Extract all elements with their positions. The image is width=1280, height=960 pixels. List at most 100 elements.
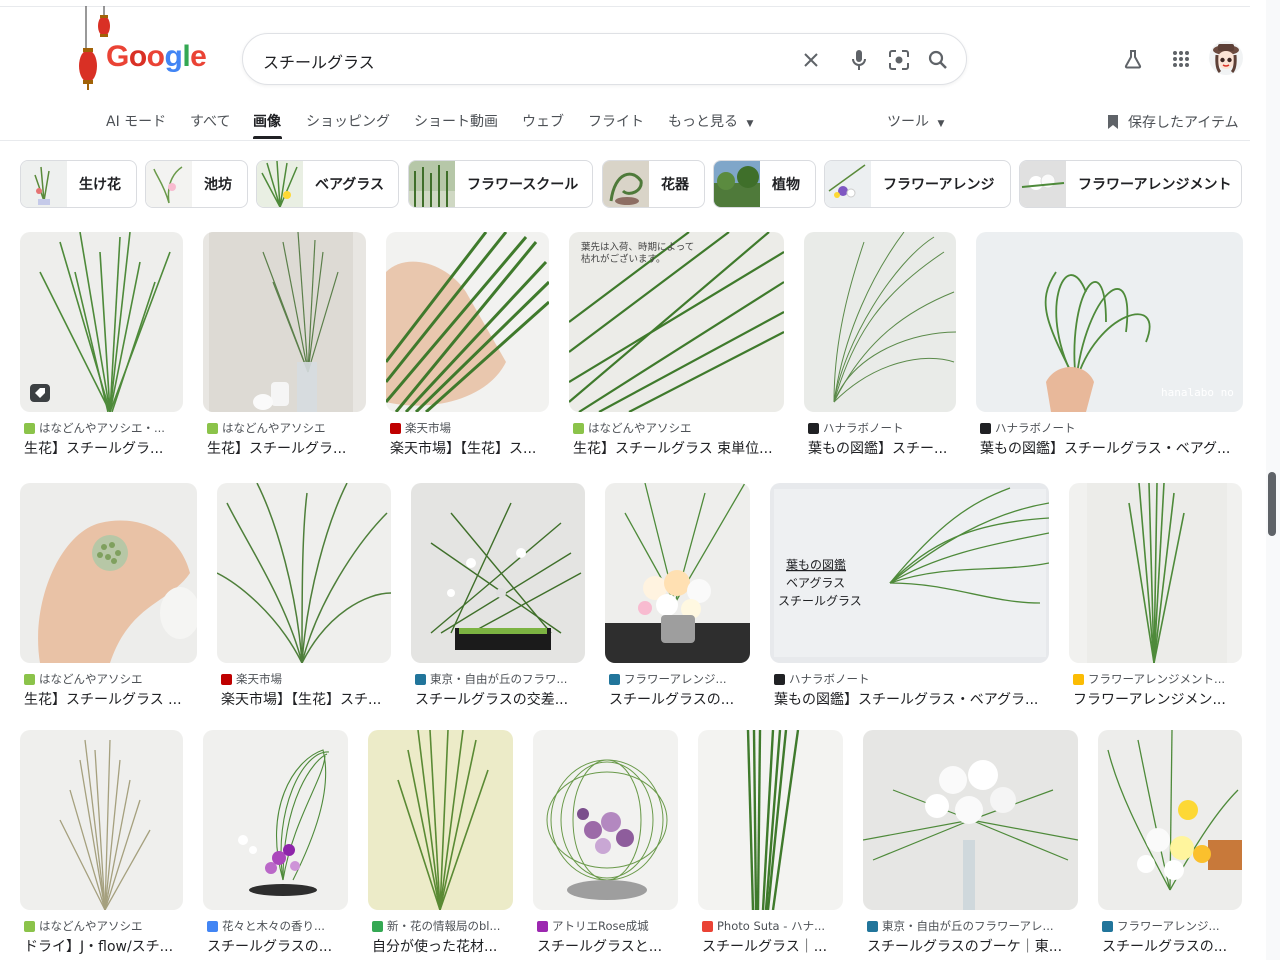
result-card[interactable]: 葉先は入荷、時期によって 枯れがございます。 はなどんやアソシエ 生花】スチール… xyxy=(569,232,784,462)
result-card[interactable]: 東京・自由が丘のフラワーアレ... スチールグラスのブーケ｜東... xyxy=(863,730,1078,960)
result-thumbnail[interactable] xyxy=(20,232,183,412)
tab-shopping[interactable]: ショッピング xyxy=(306,111,390,131)
result-source[interactable]: フラワーアレンジ... xyxy=(609,671,750,687)
result-thumbnail[interactable] xyxy=(20,483,197,663)
result-title[interactable]: 生花】スチールグラ... xyxy=(24,438,182,458)
result-card[interactable]: Photo Suta - ハナ... スチールグラス｜... xyxy=(698,730,843,960)
result-source[interactable]: はなどんやアソシエ xyxy=(24,918,182,934)
result-source[interactable]: フラワーアレンジメント... xyxy=(1073,671,1243,687)
result-title[interactable]: 楽天市場】【生花】ス... xyxy=(390,438,548,458)
result-thumbnail[interactable] xyxy=(533,730,678,910)
scrollbar-thumb[interactable] xyxy=(1268,472,1276,536)
result-thumbnail[interactable] xyxy=(605,483,750,663)
chip-ikenobo[interactable]: 池坊 xyxy=(145,160,248,208)
result-card[interactable]: はなどんやアソシエ ドライ】J・flow/スチ... xyxy=(20,730,183,960)
result-card[interactable]: はなどんやアソシエ 生花】スチールグラス ... xyxy=(20,483,197,713)
result-source[interactable]: はなどんやアソシエ xyxy=(573,420,783,436)
tab-more[interactable]: もっと見る ▼ xyxy=(668,111,753,131)
tools-button[interactable]: ツール ▼ xyxy=(887,111,944,131)
result-thumbnail[interactable] xyxy=(411,483,585,663)
microphone-icon[interactable] xyxy=(846,47,872,73)
result-title[interactable]: スチールグラスと... xyxy=(537,936,678,956)
result-card[interactable]: 葉もの図鑑 ベアグラス スチールグラス ハナラボノート 葉もの図鑑】スチールグラ… xyxy=(770,483,1049,713)
result-title[interactable]: 自分が使った花材... xyxy=(372,936,513,956)
result-thumbnail[interactable] xyxy=(368,730,513,910)
tab-web[interactable]: ウェブ xyxy=(522,111,564,131)
result-source[interactable]: 東京・自由が丘のフラワ... xyxy=(415,671,585,687)
result-source[interactable]: 楽天市場 xyxy=(390,420,548,436)
result-thumbnail[interactable] xyxy=(203,730,348,910)
tab-images[interactable]: 画像 xyxy=(253,111,281,131)
result-title[interactable]: スチールグラス｜... xyxy=(702,936,843,956)
result-card[interactable]: アトリエRose成城 スチールグラスと... xyxy=(533,730,678,960)
result-source[interactable]: フラワーアレンジ... xyxy=(1102,918,1242,934)
chip-flower-arrange[interactable]: フラワーアレンジ xyxy=(824,160,1011,208)
camera-lens-icon[interactable] xyxy=(886,47,912,73)
result-title[interactable]: スチールグラスの... xyxy=(1102,936,1242,956)
chip-vase[interactable]: 花器 xyxy=(602,160,705,208)
result-thumbnail[interactable] xyxy=(863,730,1078,910)
result-card[interactable]: 東京・自由が丘のフラワ... スチールグラスの交差... xyxy=(411,483,585,713)
result-thumbnail[interactable]: 葉もの図鑑 ベアグラス スチールグラス xyxy=(770,483,1049,663)
result-card[interactable]: 楽天市場 楽天市場】【生花】ス... xyxy=(386,232,549,462)
result-title[interactable]: 葉もの図鑑】スチー... xyxy=(808,438,956,458)
result-thumbnail[interactable] xyxy=(698,730,843,910)
result-card[interactable]: ハナラボノート 葉もの図鑑】スチー... xyxy=(804,232,956,462)
clear-icon[interactable] xyxy=(798,47,824,73)
result-title[interactable]: 生花】スチールグラ... xyxy=(207,438,365,458)
search-icon[interactable] xyxy=(925,47,951,73)
result-title[interactable]: スチールグラスのブーケ｜東... xyxy=(867,936,1077,956)
apps-grid-icon[interactable] xyxy=(1165,43,1197,75)
result-source[interactable]: 東京・自由が丘のフラワーアレ... xyxy=(867,918,1077,934)
result-thumbnail[interactable] xyxy=(804,232,956,412)
result-source[interactable]: はなどんやアソシエ xyxy=(24,671,196,687)
result-thumbnail[interactable]: hanalabo no xyxy=(976,232,1243,412)
chip-ikebana[interactable]: 生け花 xyxy=(20,160,137,208)
result-title[interactable]: 葉もの図鑑】スチールグラス・ベアグラ... xyxy=(774,689,1049,709)
search-box[interactable]: スチールグラス xyxy=(242,33,967,85)
result-source[interactable]: ハナラボノート xyxy=(808,420,956,436)
result-thumbnail[interactable] xyxy=(1098,730,1242,910)
result-source[interactable]: アトリエRose成城 xyxy=(537,918,678,934)
result-card[interactable]: 花々と木々の香り... スチールグラスの... xyxy=(203,730,348,960)
result-card[interactable]: フラワーアレンジメント... フラワーアレンジメン... xyxy=(1069,483,1242,713)
labs-flask-icon[interactable] xyxy=(1117,43,1149,75)
result-thumbnail[interactable] xyxy=(217,483,391,663)
result-source[interactable]: はなどんやアソシエ・... xyxy=(24,420,182,436)
account-avatar[interactable] xyxy=(1208,40,1244,76)
result-source[interactable]: 楽天市場 xyxy=(221,671,391,687)
search-input[interactable]: スチールグラス xyxy=(263,49,375,73)
chip-flower-school[interactable]: フラワースクール xyxy=(408,160,593,208)
result-title[interactable]: スチールグラスの... xyxy=(207,936,348,956)
result-title[interactable]: フラワーアレンジメン... xyxy=(1073,689,1243,709)
result-thumbnail[interactable] xyxy=(20,730,183,910)
result-source[interactable]: はなどんやアソシエ xyxy=(207,420,365,436)
result-thumbnail[interactable] xyxy=(1069,483,1242,663)
saved-items-button[interactable]: 保存したアイテム xyxy=(1106,112,1239,132)
chip-flower-arrangement[interactable]: フラワーアレンジメント xyxy=(1019,160,1242,208)
result-title[interactable]: 生花】スチールグラス ... xyxy=(24,689,196,709)
result-card[interactable]: はなどんやアソシエ 生花】スチールグラ... xyxy=(203,232,366,462)
result-card[interactable]: 楽天市場 楽天市場】【生花】スチ... xyxy=(217,483,391,713)
chip-beargrass[interactable]: ベアグラス xyxy=(256,160,399,208)
result-thumbnail[interactable] xyxy=(203,232,366,412)
tab-all[interactable]: すべて xyxy=(190,111,230,131)
result-title[interactable]: スチールグラスの... xyxy=(609,689,750,709)
tab-flights[interactable]: フライト xyxy=(588,111,644,131)
result-source[interactable]: ハナラボノート xyxy=(980,420,1242,436)
chip-plants[interactable]: 植物 xyxy=(713,160,816,208)
result-source[interactable]: 花々と木々の香り... xyxy=(207,918,348,934)
result-title[interactable]: ドライ】J・flow/スチ... xyxy=(24,936,182,956)
result-title[interactable]: スチールグラスの交差... xyxy=(415,689,585,709)
result-card[interactable]: hanalabo no ハナラボノート 葉もの図鑑】スチールグラス・ベアグ... xyxy=(976,232,1243,462)
result-card[interactable]: はなどんやアソシエ・... 生花】スチールグラ... xyxy=(20,232,183,462)
result-title[interactable]: 葉もの図鑑】スチールグラス・ベアグ... xyxy=(980,438,1242,458)
result-card[interactable]: フラワーアレンジ... スチールグラスの... xyxy=(605,483,750,713)
result-card[interactable]: フラワーアレンジ... スチールグラスの... xyxy=(1098,730,1242,960)
tab-ai-mode[interactable]: AI モード xyxy=(106,111,166,131)
result-title[interactable]: 楽天市場】【生花】スチ... xyxy=(221,689,391,709)
result-source[interactable]: ハナラボノート xyxy=(774,671,1049,687)
result-source[interactable]: Photo Suta - ハナ... xyxy=(702,918,843,934)
tab-short-videos[interactable]: ショート動画 xyxy=(414,111,498,131)
result-title[interactable]: 生花】スチールグラス 束単位... xyxy=(573,438,783,458)
